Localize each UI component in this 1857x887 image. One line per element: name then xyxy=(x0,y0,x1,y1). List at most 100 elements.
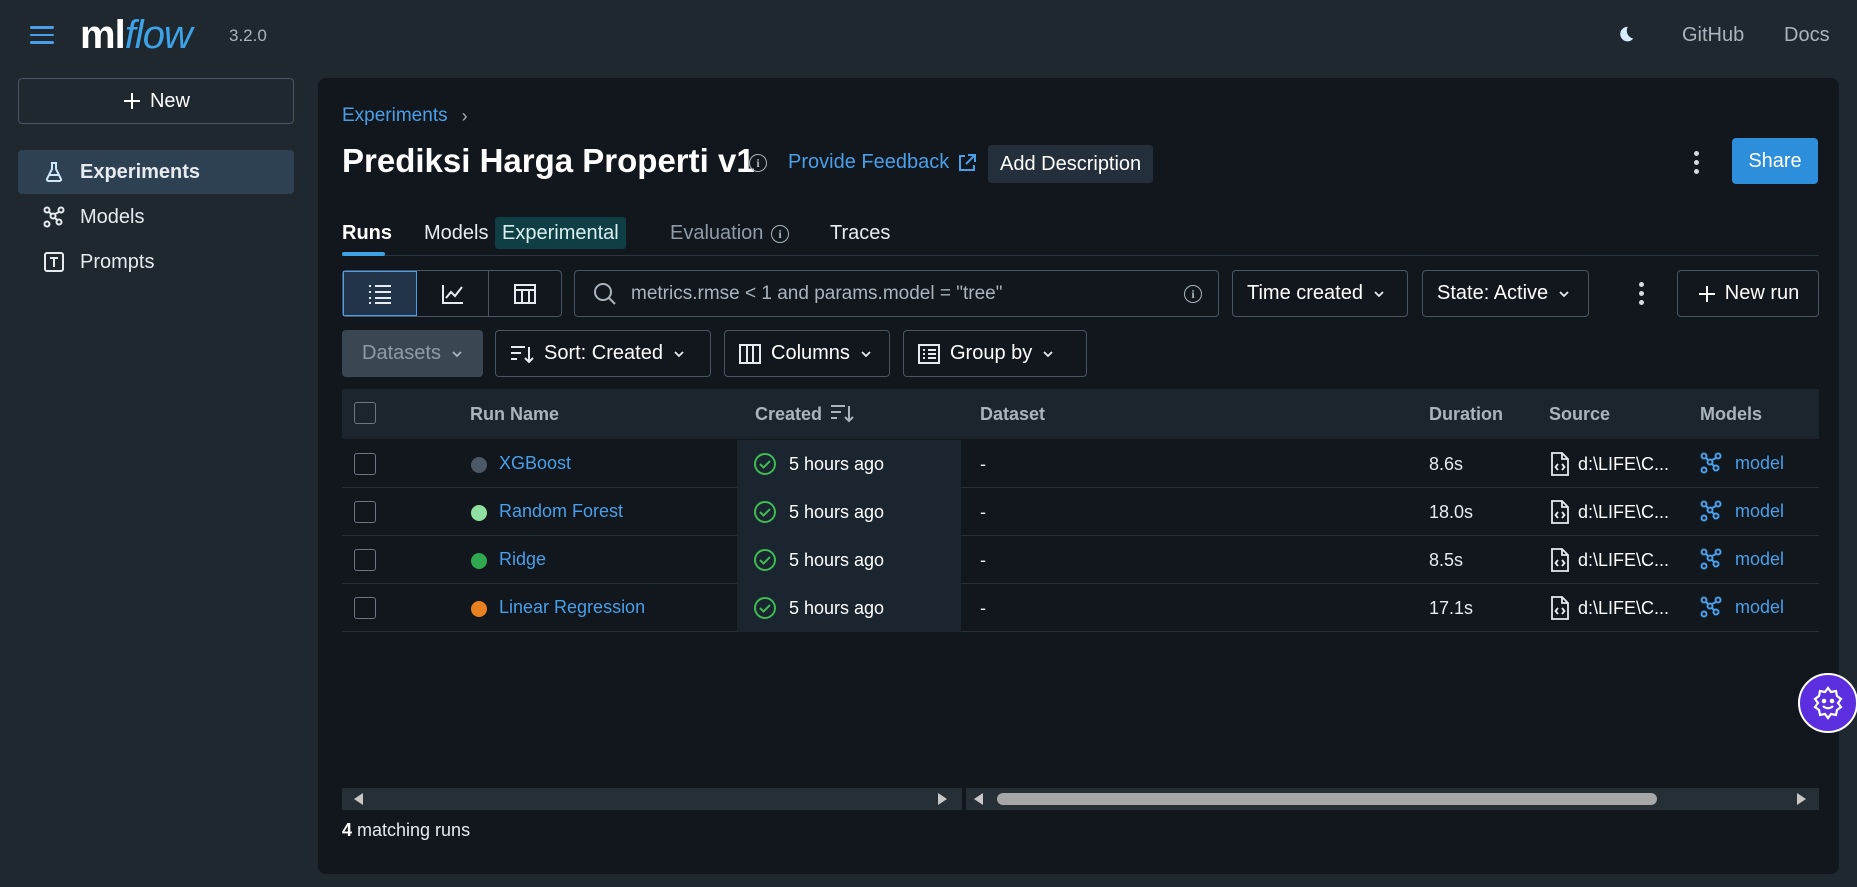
horizontal-scrollbar[interactable] xyxy=(342,788,1819,810)
experimental-badge: Experimental xyxy=(495,217,626,249)
table-row[interactable]: Random Forest 5 hours ago - 18.0s d:\LIF… xyxy=(342,488,1819,536)
chart-view-button[interactable] xyxy=(417,271,490,316)
datasets-dropdown[interactable]: Datasets xyxy=(342,330,483,377)
column-header-dataset[interactable]: Dataset xyxy=(980,404,1045,425)
run-name-link[interactable]: Random Forest xyxy=(499,501,623,522)
column-header-created[interactable]: Created xyxy=(755,404,822,425)
sidebar-item-label: Experiments xyxy=(80,160,201,183)
select-all-checkbox[interactable] xyxy=(354,402,376,424)
search-placeholder: metrics.rmse < 1 and params.model = "tre… xyxy=(631,282,1003,304)
mlflow-logo[interactable]: mlflow xyxy=(80,8,193,62)
new-button[interactable]: New xyxy=(18,78,294,124)
sidebar-item-label: Models xyxy=(80,205,145,228)
scroll-left-arrow-icon[interactable] xyxy=(974,793,983,805)
table-row[interactable]: Ridge 5 hours ago - 8.5s d:\LIFE\C... mo… xyxy=(342,536,1819,584)
row-checkbox[interactable] xyxy=(354,501,376,523)
duration-cell: 8.6s xyxy=(1429,454,1464,474)
search-icon xyxy=(594,282,616,305)
top-bar: mlflow 3.2.0 GitHub Docs xyxy=(0,0,1857,70)
model-text: model xyxy=(1735,452,1785,473)
page-title-text: Prediksi Harga Properti v1 xyxy=(342,142,755,179)
run-count-number: 4 xyxy=(342,820,353,840)
row-checkbox[interactable] xyxy=(354,453,376,475)
line-chart-icon xyxy=(441,284,463,304)
chevron-down-icon xyxy=(1043,350,1053,357)
sidebar-item-experiments[interactable]: Experiments xyxy=(18,150,294,194)
dataset-cell: - xyxy=(980,502,986,522)
docs-link[interactable]: Docs xyxy=(1784,24,1830,47)
sort-descending-icon[interactable] xyxy=(830,403,854,425)
tab-runs[interactable]: Runs xyxy=(342,222,392,245)
time-created-dropdown[interactable]: Time created xyxy=(1232,270,1408,317)
provide-feedback-link[interactable]: Provide Feedback xyxy=(788,151,977,174)
duration-cell: 8.5s xyxy=(1429,550,1464,570)
table-row[interactable]: Linear Regression 5 hours ago - 17.1s d:… xyxy=(342,584,1819,632)
group-by-dropdown[interactable]: Group by xyxy=(903,330,1087,377)
column-header-duration[interactable]: Duration xyxy=(1429,404,1503,425)
github-link[interactable]: GitHub xyxy=(1682,24,1744,47)
add-description-button[interactable]: Add Description xyxy=(988,145,1154,183)
run-color-dot[interactable] xyxy=(471,601,487,617)
column-header-run-name[interactable]: Run Name xyxy=(470,404,559,425)
created-cell: 5 hours ago xyxy=(737,584,961,632)
columns-dropdown[interactable]: Columns xyxy=(724,330,890,377)
scroll-left-arrow-icon[interactable] xyxy=(354,793,363,805)
more-options-icon[interactable] xyxy=(1693,151,1699,174)
run-color-dot[interactable] xyxy=(471,457,487,473)
source-text: d:\LIFE\C... xyxy=(1578,597,1670,618)
model-link[interactable]: model xyxy=(1699,499,1784,523)
menu-icon[interactable] xyxy=(30,26,54,44)
share-button[interactable]: Share xyxy=(1732,138,1818,184)
model-link[interactable]: model xyxy=(1699,595,1784,619)
scrollbar-thumb[interactable] xyxy=(997,793,1657,805)
group-by-icon xyxy=(918,343,940,364)
state-dropdown[interactable]: State: Active xyxy=(1422,270,1589,317)
list-view-button[interactable] xyxy=(343,271,417,316)
new-button-label: New xyxy=(149,89,190,112)
source-cell[interactable]: d:\LIFE\C... xyxy=(1550,596,1669,620)
sidebar-item-models[interactable]: Models xyxy=(18,195,294,239)
sidebar-item-prompts[interactable]: Prompts xyxy=(18,240,294,284)
scroll-right-arrow-icon[interactable] xyxy=(1797,793,1806,805)
row-checkbox[interactable] xyxy=(354,597,376,619)
run-color-dot[interactable] xyxy=(471,505,487,521)
created-text: 5 hours ago xyxy=(789,597,885,618)
chevron-down-icon xyxy=(452,350,462,357)
run-color-dot[interactable] xyxy=(471,553,487,569)
table-row[interactable]: XGBoost 5 hours ago - 8.6s d:\LIFE\C... … xyxy=(342,440,1819,488)
tab-models[interactable]: Models xyxy=(424,222,488,245)
column-header-models[interactable]: Models xyxy=(1700,404,1762,425)
search-info-icon[interactable]: i xyxy=(1184,285,1202,303)
toolbar-more-icon[interactable] xyxy=(1638,282,1644,305)
evaluation-info-icon[interactable]: i xyxy=(771,225,789,243)
assistant-button[interactable] xyxy=(1798,673,1857,733)
tab-traces[interactable]: Traces xyxy=(830,222,890,245)
version-label: 3.2.0 xyxy=(229,26,267,45)
info-icon[interactable]: i xyxy=(749,154,767,172)
file-code-icon xyxy=(1551,452,1569,476)
run-name-link[interactable]: Linear Regression xyxy=(499,597,645,618)
run-name-link[interactable]: Ridge xyxy=(499,549,546,570)
check-circle-icon xyxy=(754,501,776,523)
view-mode-group xyxy=(342,270,562,317)
search-input[interactable]: metrics.rmse < 1 and params.model = "tre… xyxy=(574,270,1219,317)
table-view-button[interactable] xyxy=(489,271,561,316)
model-link[interactable]: model xyxy=(1699,451,1784,475)
run-name-link[interactable]: XGBoost xyxy=(499,453,571,474)
model-link[interactable]: model xyxy=(1699,547,1784,571)
source-cell[interactable]: d:\LIFE\C... xyxy=(1550,548,1669,572)
new-run-button[interactable]: New run xyxy=(1677,270,1819,317)
dataset-cell: - xyxy=(980,454,986,474)
model-text: model xyxy=(1735,596,1785,617)
tab-evaluation[interactable]: Evaluation xyxy=(670,222,763,245)
source-cell[interactable]: d:\LIFE\C... xyxy=(1550,452,1669,476)
moon-icon[interactable] xyxy=(1614,24,1636,46)
source-text: d:\LIFE\C... xyxy=(1578,453,1670,474)
scroll-right-arrow-icon[interactable] xyxy=(938,793,947,805)
breadcrumb-experiments-link[interactable]: Experiments xyxy=(342,105,448,127)
column-header-source[interactable]: Source xyxy=(1549,404,1610,425)
source-cell[interactable]: d:\LIFE\C... xyxy=(1550,500,1669,524)
sort-dropdown[interactable]: Sort: Created xyxy=(495,330,711,377)
sidebar-item-label: Prompts xyxy=(80,250,155,273)
row-checkbox[interactable] xyxy=(354,549,376,571)
